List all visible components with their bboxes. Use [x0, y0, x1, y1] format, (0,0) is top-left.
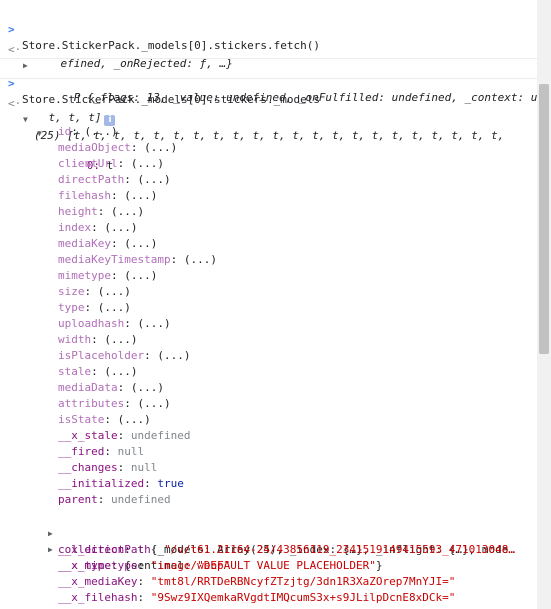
property-value: true: [157, 477, 184, 490]
property-key: type: [58, 301, 85, 314]
expanded-triangle-icon[interactable]: ▼: [37, 126, 42, 142]
vertical-scrollbar[interactable]: [537, 0, 551, 609]
property-key: mediaKey: [58, 237, 111, 250]
string-value: "9Swz9IXQemkaRVgdtIMQcumS3x+s9JLilpDcnE8…: [150, 591, 456, 604]
property-key: directPath: [58, 173, 125, 186]
getter-placeholder[interactable]: (...): [98, 285, 131, 298]
property-key: uploadhash: [58, 317, 125, 330]
row-divider: [0, 58, 537, 59]
collapsed-triangle-icon[interactable]: ▶: [48, 542, 53, 558]
property-key: __x_filehash: [58, 591, 138, 604]
row-divider: [0, 78, 537, 79]
getter-placeholder[interactable]: (...): [184, 253, 217, 266]
property-key: clientUrl: [58, 157, 118, 170]
getter-placeholder[interactable]: (...): [104, 365, 137, 378]
property-key: __x_mimetype: [58, 559, 138, 572]
getter-placeholder[interactable]: (...): [157, 349, 190, 362]
property-key: mediaObject: [58, 141, 131, 154]
property-key: mimetype: [58, 269, 111, 282]
getter-placeholder[interactable]: (...): [111, 205, 144, 218]
string-value: "image/webp": [150, 559, 231, 572]
property-key: __x_mediaKey: [58, 575, 138, 588]
property-key: isState: [58, 413, 105, 426]
property-key: height: [58, 205, 98, 218]
property-key: __x_directPath: [58, 543, 151, 556]
property-key: width: [58, 333, 92, 346]
getter-placeholder[interactable]: (...): [124, 237, 157, 250]
property-key: parent: [58, 493, 98, 506]
property-value: null: [130, 461, 158, 474]
getter-placeholder[interactable]: (...): [137, 173, 170, 186]
getter-placeholder[interactable]: (...): [104, 333, 137, 346]
string-value: "/v/t61.21164-24/43856119_23415191494155…: [163, 543, 515, 556]
property-key: __x_stale: [58, 429, 118, 442]
getter-placeholder[interactable]: (...): [118, 413, 151, 426]
property-key: mediaKeyTimestamp: [58, 253, 171, 266]
scrollbar-thumb[interactable]: [539, 84, 549, 354]
property-key: __changes: [58, 461, 118, 474]
getter-placeholder[interactable]: (...): [85, 125, 118, 138]
getter-placeholder[interactable]: (...): [104, 221, 137, 234]
getter-placeholder[interactable]: (...): [98, 301, 131, 314]
getter-placeholder[interactable]: (...): [137, 317, 170, 330]
getter-placeholder[interactable]: (...): [131, 381, 164, 394]
property-key: __fired: [58, 445, 105, 458]
getter-placeholder[interactable]: (...): [137, 397, 170, 410]
string-value: "tmt8l/RRTDeRBNcyfZTzjtg/3dn1R3XaZOrep7M…: [150, 575, 456, 588]
devtools-console: > Store.StickerPack._models[0].stickers.…: [0, 0, 537, 609]
getter-placeholder[interactable]: (...): [124, 269, 157, 282]
property-key: __initialized: [58, 477, 145, 490]
property-key: stale: [58, 365, 92, 378]
property-key: mediaData: [58, 381, 118, 394]
property-value: undefined: [130, 429, 191, 442]
property-key: isPlaceholder: [58, 349, 145, 362]
property-value: undefined: [111, 493, 171, 506]
property-value: null: [117, 445, 145, 458]
getter-placeholder[interactable]: (...): [131, 157, 164, 170]
property-key: index: [58, 221, 92, 234]
property-key: attributes: [58, 397, 125, 410]
property-key: id: [58, 125, 72, 138]
getter-placeholder[interactable]: (...): [124, 189, 157, 202]
property-key: filehash: [58, 189, 111, 202]
property-key: size: [58, 285, 85, 298]
getter-placeholder[interactable]: (...): [144, 141, 177, 154]
result-arrow-icon: <·: [8, 43, 22, 56]
